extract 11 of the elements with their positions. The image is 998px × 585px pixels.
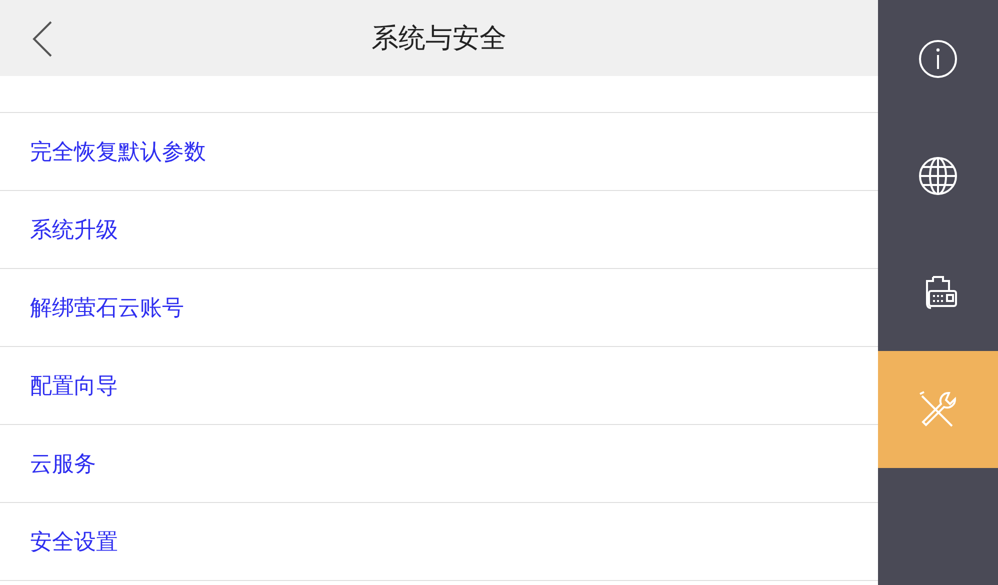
back-button[interactable] (30, 19, 54, 59)
tools-icon (918, 390, 958, 430)
menu-item[interactable]: 云服务 (0, 425, 878, 503)
page-title: 系统与安全 (372, 22, 506, 56)
menu-item[interactable]: 系统升级 (0, 191, 878, 269)
menu-item[interactable]: 安全设置 (0, 503, 878, 581)
globe-icon (918, 156, 958, 196)
menu-item[interactable]: 解绑萤石云账号 (0, 269, 878, 347)
menu-item[interactable]: 完全恢复默认参数 (0, 113, 878, 191)
info-icon (918, 38, 958, 78)
menu-item[interactable]: 配置向导 (0, 347, 878, 425)
